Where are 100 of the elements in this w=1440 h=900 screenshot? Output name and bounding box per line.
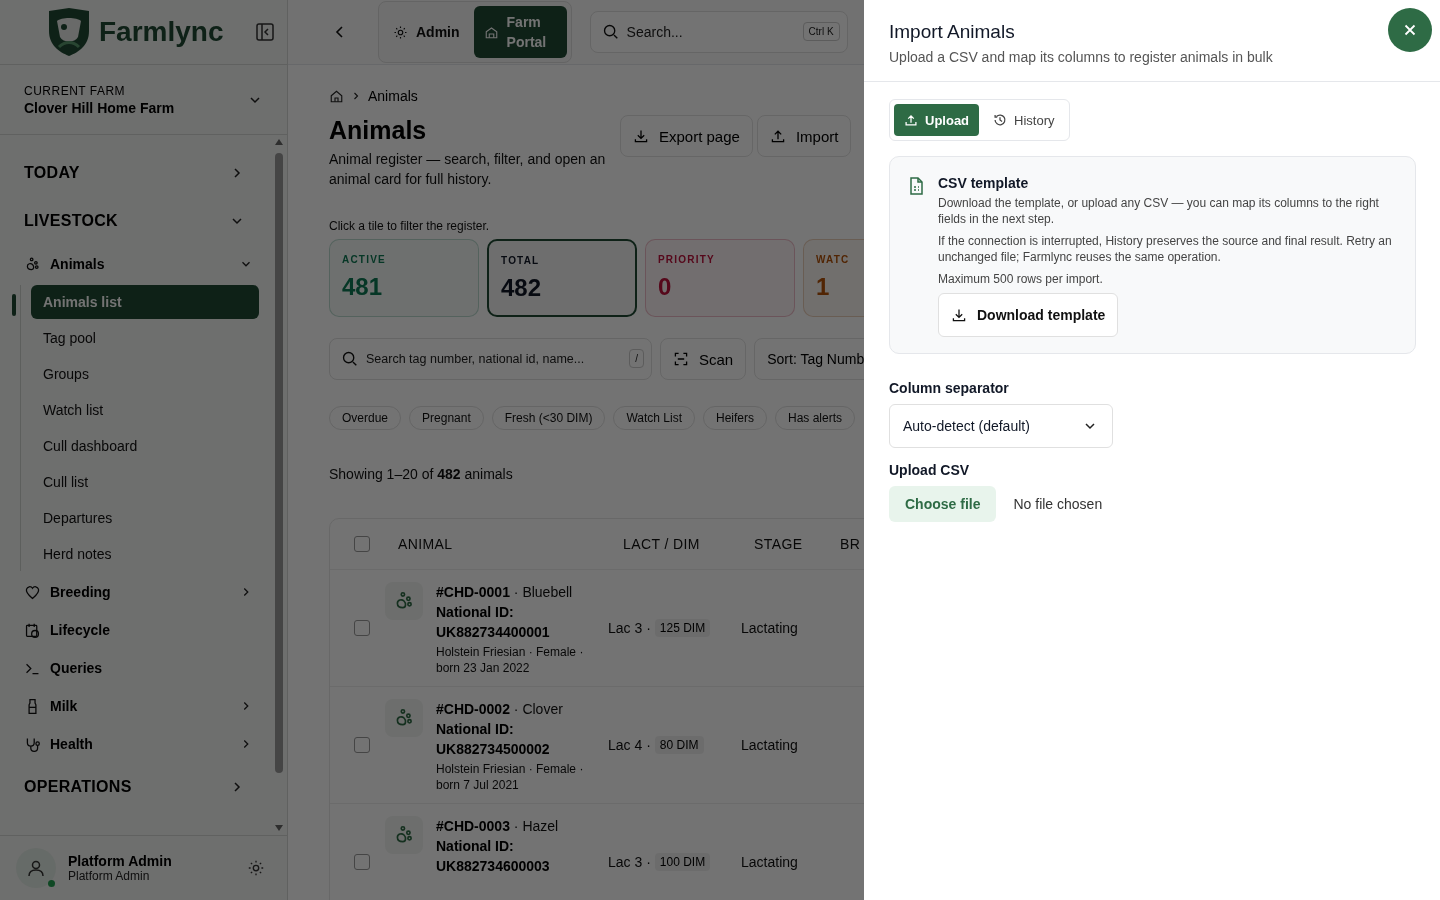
animal-name: · Bluebell — [513, 584, 573, 600]
nav-subitem[interactable]: Cull dashboard — [31, 429, 259, 463]
nav-item[interactable]: Milk — [24, 687, 259, 725]
choose-file-button[interactable]: Choose file — [889, 486, 997, 522]
nav-subitem[interactable]: Tag pool — [31, 321, 259, 355]
download-icon — [633, 128, 649, 144]
filter-chip[interactable]: Heifers — [703, 406, 767, 430]
mode-tab[interactable]: History — [983, 104, 1065, 136]
animal-name: · Clover — [513, 701, 563, 717]
national-id: National ID: UK882734600003 — [436, 837, 551, 876]
sort-dropdown[interactable]: Sort: Tag Numb — [754, 338, 864, 380]
dim-badge: 100 DIM — [654, 853, 711, 871]
tile-value: 481 — [342, 273, 384, 301]
filter-chip[interactable]: Has alerts — [775, 406, 856, 430]
column-header[interactable]: STAGE — [754, 536, 840, 552]
nav-item[interactable]: Health — [24, 725, 259, 763]
calendar-icon — [24, 621, 41, 639]
farm-name: Clover Hill Home Farm — [24, 99, 176, 116]
column-header[interactable]: BR — [840, 536, 861, 552]
nav-section[interactable]: TODAY — [24, 149, 247, 197]
breadcrumb-item[interactable]: Animals — [368, 88, 418, 104]
portal-tab[interactable]: Admin — [383, 6, 470, 58]
user-avatar[interactable] — [16, 848, 56, 888]
animal-tag[interactable]: #CHD-0001 — [436, 584, 510, 600]
modal-backdrop[interactable] — [0, 0, 864, 900]
shortcut-hint: / — [629, 349, 644, 368]
lactation-number: Lac 3 · — [608, 854, 651, 870]
drawer-subtitle: Upload a CSV and map its columns to register animals in bulk — [889, 49, 1273, 65]
animal-tag[interactable]: #CHD-0002 — [436, 701, 510, 717]
filter-chip[interactable]: Overdue — [329, 406, 402, 430]
export-button[interactable]: Export page — [620, 115, 753, 157]
stage-cell: Lactating — [741, 854, 798, 870]
download-template-button[interactable]: Download template — [938, 293, 1119, 337]
page-description: Animal register — search, filter, and open an animal card for full history. — [329, 150, 607, 189]
scan-icon — [673, 351, 689, 367]
upload-icon — [904, 113, 918, 127]
tile-label: ACTIVE — [342, 254, 387, 265]
settings-icon[interactable] — [247, 859, 265, 877]
row-checkbox[interactable] — [354, 737, 370, 753]
nav-subitem[interactable]: Watch list — [31, 393, 259, 427]
card-text: Maximum 500 rows per import. — [938, 271, 1104, 287]
tile-label: WATC — [816, 254, 851, 265]
row-checkbox[interactable] — [354, 620, 370, 636]
search-icon — [341, 350, 358, 367]
filter-chip[interactable]: Fresh (<30 DIM) — [491, 406, 606, 430]
person-icon — [26, 858, 46, 878]
national-id: National ID: UK882734500002 — [436, 720, 551, 759]
file-status: No file chosen — [1013, 496, 1103, 512]
dim-badge: 125 DIM — [654, 619, 711, 637]
separator-select[interactable]: Auto-detect (default) — [889, 404, 1113, 448]
gear-icon — [393, 24, 408, 40]
filter-chip[interactable]: Pregnant — [409, 406, 484, 430]
tile-label: TOTAL — [501, 255, 541, 266]
mode-tab[interactable]: Upload — [894, 104, 980, 136]
home-icon[interactable] — [329, 88, 344, 104]
column-header[interactable]: LACT / DIM — [623, 536, 754, 552]
scrollbar[interactable] — [275, 139, 283, 831]
brand-name: Farmlync — [99, 16, 225, 48]
drawer-title: Import Animals — [889, 20, 1016, 44]
stage-cell: Lactating — [741, 620, 798, 636]
tile-value: 482 — [501, 274, 543, 302]
close-button[interactable] — [1388, 8, 1432, 52]
user-name: Platform Admin — [68, 853, 173, 869]
nav-item[interactable]: Queries — [24, 649, 259, 687]
field-label: Column separator — [889, 380, 1010, 396]
results-summary: Showing 1–20 of 482 animals — [329, 466, 514, 482]
sidebar-collapse-icon[interactable] — [255, 22, 275, 42]
search-icon — [601, 23, 619, 40]
nav-subitem[interactable]: Groups — [31, 357, 259, 391]
nav-subitem[interactable]: Departures — [31, 501, 259, 535]
nav-subitem[interactable]: Cull list — [31, 465, 259, 499]
tile-value: 1 — [816, 273, 831, 301]
nav-section[interactable]: OPERATIONS — [24, 763, 247, 811]
select-all-checkbox[interactable] — [354, 536, 370, 552]
farm-switcher[interactable]: CURRENT FARM Clover Hill Home Farm — [0, 65, 287, 135]
tile-label: PRIORITY — [658, 254, 716, 265]
tiles-hint: Click a tile to filter the register. — [329, 219, 491, 233]
field-label: Upload CSV — [889, 462, 971, 478]
nav-subitem[interactable]: Herd notes — [31, 537, 259, 571]
nav-subitem[interactable]: Animals list — [31, 285, 259, 319]
filter-chip[interactable]: Watch List — [613, 406, 695, 430]
animal-tag[interactable]: #CHD-0003 — [436, 818, 510, 834]
stage-cell: Lactating — [741, 737, 798, 753]
animal-details: Holstein Friesian · Female · born 23 Jan 2022 — [436, 644, 585, 676]
nav-item[interactable]: Lifecycle — [24, 611, 259, 649]
farm-label: CURRENT FARM — [24, 83, 127, 98]
history-icon — [993, 113, 1008, 127]
import-button[interactable]: Import — [756, 115, 852, 157]
row-checkbox[interactable] — [354, 854, 370, 870]
shortcut-hint: Ctrl K — [802, 22, 840, 41]
page-title: Animals — [329, 115, 428, 145]
column-header[interactable]: ANIMAL — [398, 536, 623, 552]
portal-tab[interactable]: Farm Portal — [473, 6, 567, 58]
nav-section[interactable]: LIVESTOCK — [24, 197, 247, 245]
scan-button[interactable]: Scan — [660, 338, 747, 380]
nav-item[interactable]: Animals — [24, 245, 259, 283]
card-text: Download the template, or upload any CSV — you can map its columns to the right fields in the next step. — [938, 195, 1380, 227]
tile-value: 0 — [658, 273, 673, 301]
animal-details: Holstein Friesian · Female · born 7 Jul 2021 — [436, 761, 585, 793]
nav-item[interactable]: Breeding — [24, 573, 259, 611]
